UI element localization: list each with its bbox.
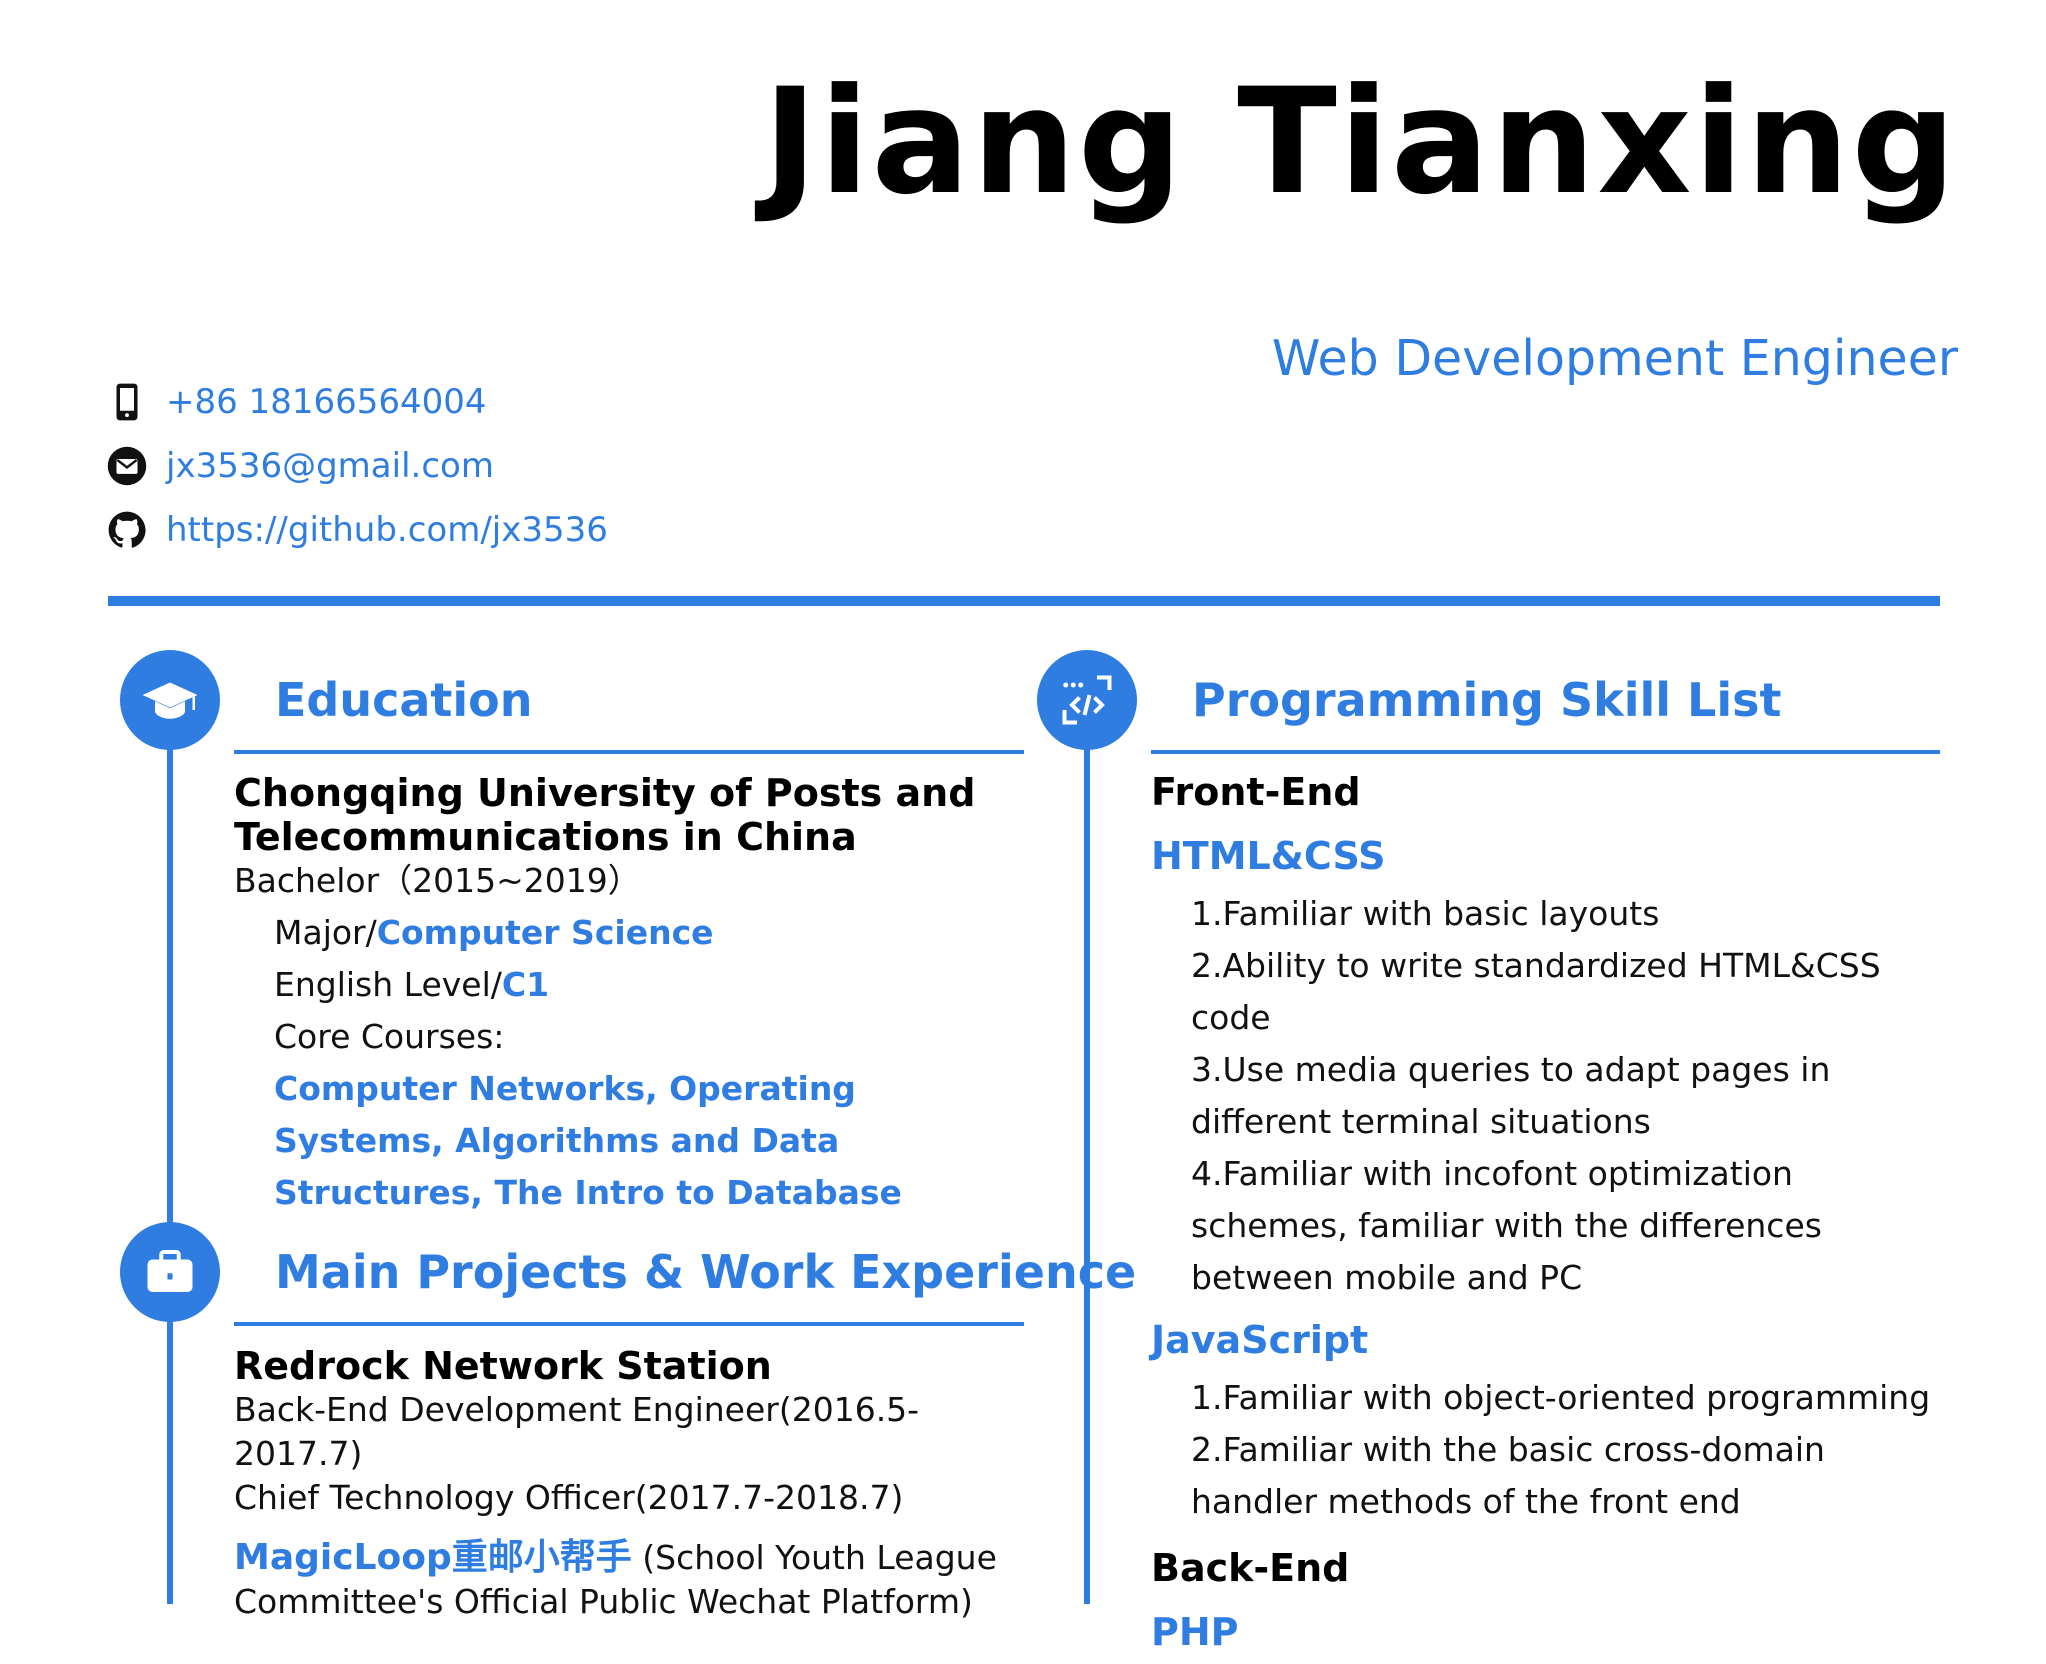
projects-title: Main Projects & Work Experience [275,1245,1137,1299]
job-title: Web Development Engineer [1271,330,1958,387]
code-icon [1062,675,1112,725]
graduation-cap-icon [142,682,198,719]
htmlcss-item: 2.Ability to write standardized HTML&CSS… [1191,946,1881,1037]
role-2: Chief Technology Officer(2017.7-2018.7) [234,1478,904,1517]
contact-email[interactable]: jx3536@gmail.com [106,434,608,498]
skills-content: Front-End HTML&CSS 1.Familiar with basic… [1151,760,1941,1664]
skills-title: Programming Skill List [1192,673,1782,727]
js-item: 1.Familiar with object-oriented programm… [1191,1378,1931,1417]
courses-label: Core Courses: [274,1017,505,1056]
projects-badge [120,1222,220,1322]
education-title: Education [275,673,533,727]
english-line: English Level/C1 [234,959,1034,1011]
timeline-line-right [1084,700,1090,1604]
js-item: 2.Familiar with the basic cross-domain h… [1191,1430,1825,1521]
education-title-underline [234,750,1024,754]
js-title: JavaScript [1151,1318,1369,1362]
htmlcss-title: HTML&CSS [1151,834,1386,878]
timeline-line-left [167,700,173,1604]
courses-value: Computer Networks, Operating Systems, Al… [274,1069,902,1212]
major-value: Computer Science [376,913,714,952]
email-address[interactable]: jx3536@gmail.com [166,446,494,486]
backend-heading: Back-End [1151,1546,1350,1590]
degree-line: Bachelor（2015~2019） [234,861,641,900]
english-value: C1 [501,965,550,1004]
org-name: Redrock Network Station [234,1344,772,1388]
htmlcss-item: 3.Use media queries to adapt pages in di… [1191,1050,1831,1141]
english-label: English Level/ [274,965,502,1004]
school-name: Chongqing University of Posts and Teleco… [234,771,976,859]
skills-title-underline [1151,750,1940,754]
github-link[interactable]: https://github.com/jx3536 [166,510,608,550]
php-title: PHP [1151,1610,1239,1654]
github-icon [108,511,146,548]
projects-content: Redrock Network Station Back-End Develop… [234,1344,1034,1624]
phone-number[interactable]: +86 18166564004 [166,382,487,422]
htmlcss-item: 1.Familiar with basic layouts [1191,894,1660,933]
phone-icon [116,383,138,421]
header-divider [108,596,1940,606]
briefcase-icon [147,1250,193,1292]
contact-github[interactable]: https://github.com/jx3536 [106,498,608,562]
major-label: Major/ [274,913,377,952]
contact-phone[interactable]: +86 18166564004 [106,370,608,434]
htmlcss-item: 4.Familiar with incofont optimization sc… [1191,1154,1822,1297]
person-name: Jiang Tianxing [763,57,1958,227]
major-line: Major/Computer Science [234,907,1034,959]
email-icon [107,446,147,486]
skills-badge [1037,650,1137,750]
project-entry: MagicLoop重邮小帮手 (School Youth League Comm… [234,1536,1034,1624]
contact-list: +86 18166564004 jx3536@gmail.com https:/… [106,370,608,562]
education-badge [120,650,220,750]
role-1: Back-End Development Engineer(2016.5-201… [234,1390,920,1473]
frontend-heading: Front-End [1151,770,1361,814]
project-name: MagicLoop重邮小帮手 [234,1537,632,1578]
education-content: Chongqing University of Posts and Teleco… [234,771,1034,1219]
projects-title-underline [234,1322,1024,1326]
